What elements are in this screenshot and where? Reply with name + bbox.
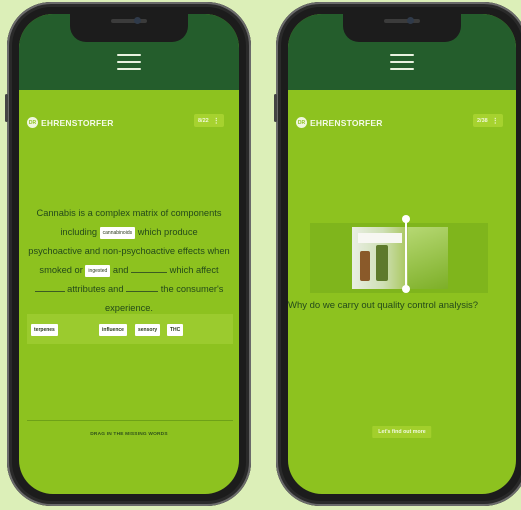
slider-handle[interactable]: [405, 217, 407, 289]
filled-chip-ingested[interactable]: ingested: [85, 264, 111, 277]
progress-counter: 2/38 ⋮: [473, 114, 503, 127]
progress-counter: 8/22 ⋮: [194, 114, 224, 127]
header-bar: [19, 14, 239, 90]
notch: [343, 14, 461, 42]
screen-left: DR EHRENSTORFER 8/22 ⋮ Cannabis is a com…: [19, 14, 239, 494]
options-tray: terpenes influence sensory THC: [27, 314, 233, 344]
volume-button: [274, 94, 277, 122]
logo-mark-icon: DR: [27, 117, 38, 128]
product-photo: [408, 227, 448, 289]
divider: [27, 420, 233, 421]
blank-drop-zone[interactable]: [34, 291, 65, 292]
phone-left: DR EHRENSTORFER 8/22 ⋮ Cannabis is a com…: [5, 2, 251, 506]
blank-drop-zone[interactable]: [131, 272, 168, 273]
find-out-more-button[interactable]: Let's find out more: [372, 426, 432, 438]
blank-drop-zone[interactable]: [126, 291, 159, 292]
notch: [70, 14, 188, 42]
phone-right: DR EHRENSTORFER 2/38 ⋮ Why do we carry o…: [274, 2, 521, 506]
comparison-slider-image: [310, 215, 488, 293]
volume-button: [5, 94, 8, 122]
menu-icon[interactable]: [117, 54, 141, 75]
instruction-text: DRAG IN THE MISSING WORDS: [90, 432, 168, 437]
option-influence[interactable]: influence: [99, 324, 127, 336]
option-terpenes[interactable]: terpenes: [31, 324, 58, 336]
filled-chip-cannabinoids[interactable]: cannabinoids: [99, 226, 136, 239]
brand-logo: DR EHRENSTORFER: [296, 117, 383, 128]
option-sensory[interactable]: sensory: [135, 324, 161, 336]
counter-text: 2/38: [477, 117, 488, 124]
slider-knob-bottom[interactable]: [402, 285, 410, 293]
brand-name: EHRENSTORFER: [310, 117, 383, 128]
option-thc[interactable]: THC: [167, 324, 184, 336]
more-icon[interactable]: ⋮: [492, 117, 499, 125]
more-icon[interactable]: ⋮: [213, 117, 220, 125]
lab-photo: [352, 227, 408, 289]
question-caption: Why do we carry out quality control anal…: [288, 300, 479, 311]
logo-mark-icon: DR: [296, 117, 307, 128]
header-bar: [288, 14, 516, 90]
counter-text: 8/22: [198, 117, 209, 124]
screen-right: DR EHRENSTORFER 2/38 ⋮ Why do we carry o…: [288, 14, 516, 494]
question-text: Cannabis is a complex matrix of componen…: [28, 208, 230, 313]
slider-knob-top[interactable]: [402, 215, 410, 223]
menu-icon[interactable]: [390, 54, 414, 75]
brand-logo: DR EHRENSTORFER: [27, 117, 114, 128]
brand-name: EHRENSTORFER: [41, 117, 114, 128]
